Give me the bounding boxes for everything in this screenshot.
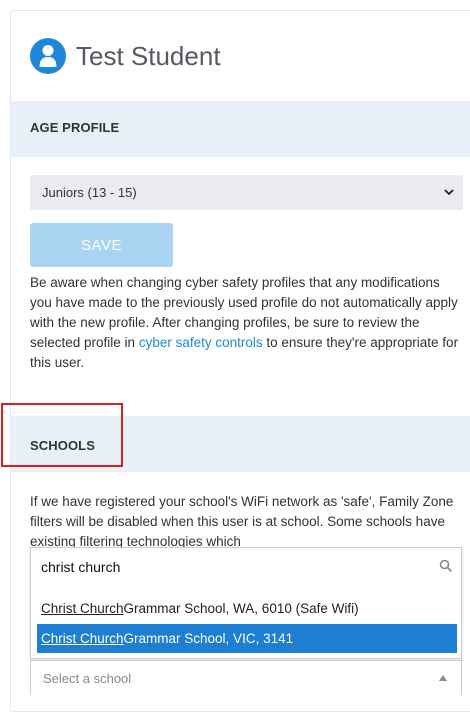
school-option-match: Christ Church bbox=[41, 631, 124, 646]
highlight-annotation bbox=[1, 403, 123, 467]
school-option-rest: Grammar School, VIC, 3141 bbox=[123, 631, 294, 646]
caret-up-icon bbox=[439, 675, 447, 681]
student-header: Test Student bbox=[30, 36, 221, 76]
user-icon bbox=[30, 38, 66, 74]
save-button[interactable]: SAVE bbox=[30, 223, 173, 267]
age-profile-notice: Be aware when changing cyber safety prof… bbox=[30, 273, 462, 373]
school-select[interactable]: Select a school bbox=[30, 660, 462, 695]
school-search-dropdown: Christ Church Grammar School, WA, 6010 (… bbox=[30, 547, 462, 659]
school-search-input[interactable] bbox=[39, 558, 453, 576]
chevron-down-icon bbox=[444, 189, 454, 196]
age-profile-select[interactable]: Juniors (13 - 15) bbox=[30, 175, 463, 210]
school-option-match: Christ Church bbox=[41, 601, 124, 616]
school-select-placeholder: Select a school bbox=[43, 670, 132, 686]
school-search-row bbox=[31, 548, 461, 586]
schools-notice: If we have registered your school's WiFi… bbox=[30, 494, 454, 548]
age-profile-selected: Juniors (13 - 15) bbox=[42, 185, 137, 200]
age-profile-title: AGE PROFILE bbox=[30, 120, 120, 135]
cyber-safety-controls-link[interactable]: cyber safety controls bbox=[139, 335, 263, 350]
search-icon bbox=[439, 559, 453, 573]
student-name: Test Student bbox=[76, 40, 221, 71]
school-option[interactable]: Christ Church Grammar School, WA, 6010 (… bbox=[37, 594, 457, 623]
school-option-selected[interactable]: Christ Church Grammar School, VIC, 3141 bbox=[37, 624, 457, 653]
school-option-rest: Grammar School, WA, 6010 (Safe Wifi) bbox=[123, 601, 359, 616]
